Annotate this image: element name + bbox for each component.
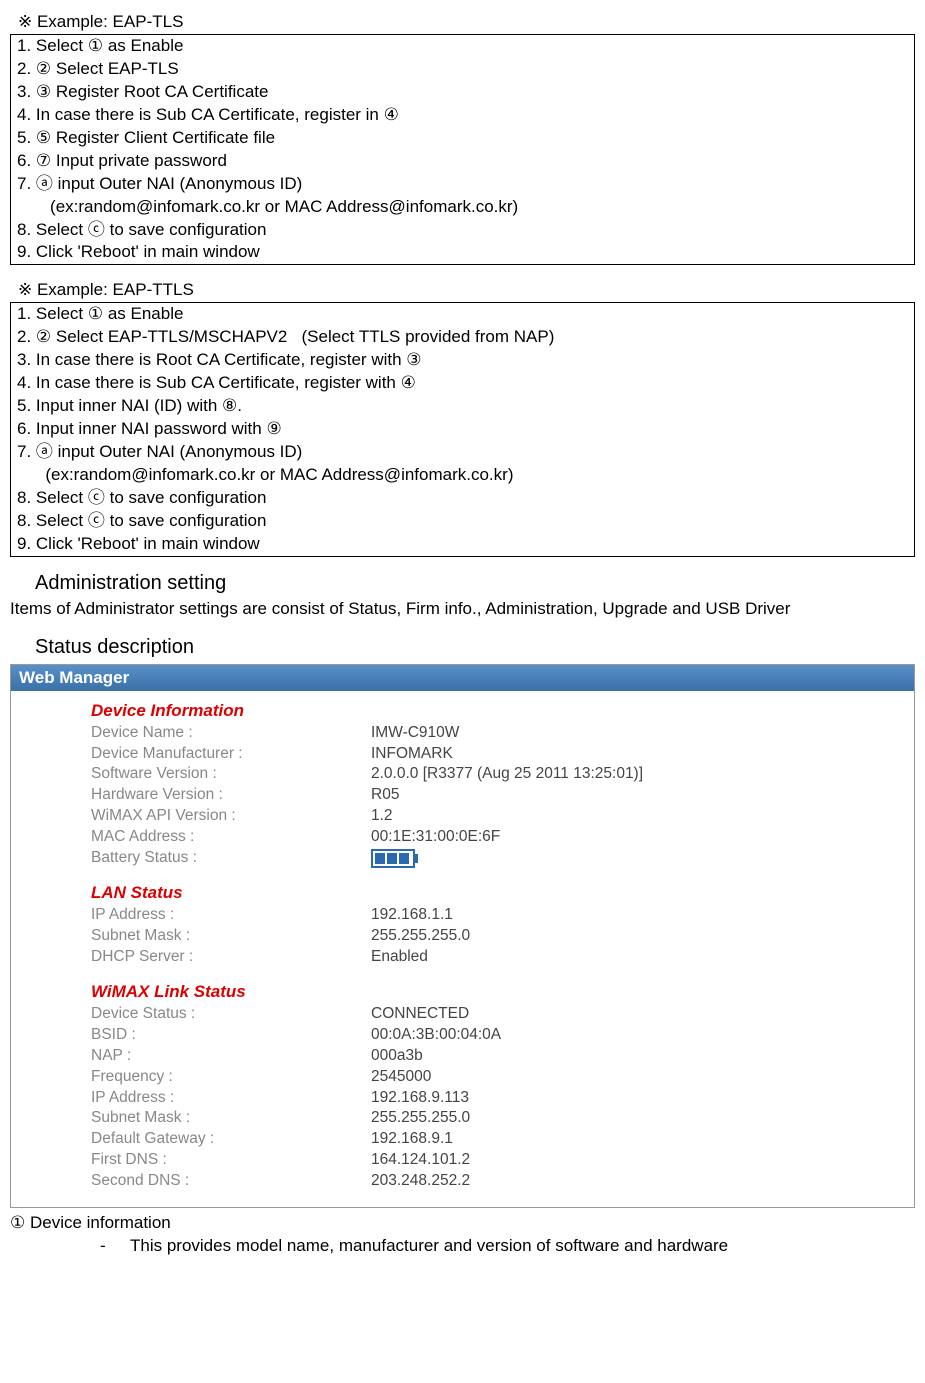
value: 192.168.9.1 bbox=[371, 1129, 453, 1150]
example-line: 2. ② Select EAP-TLS bbox=[17, 58, 908, 81]
row-nap: NAP :000a3b bbox=[91, 1046, 874, 1067]
row-mac-address: MAC Address :00:1E:31:00:0E:6F bbox=[91, 827, 874, 848]
label: IP Address : bbox=[91, 905, 371, 926]
label: First DNS : bbox=[91, 1150, 371, 1171]
administration-setting-text: Items of Administrator settings are cons… bbox=[10, 598, 915, 621]
value: 192.168.1.1 bbox=[371, 905, 453, 926]
device-information-footer: ① Device information bbox=[10, 1213, 915, 1233]
label: Second DNS : bbox=[91, 1171, 371, 1192]
value: 255.255.255.0 bbox=[371, 926, 470, 947]
value: 203.248.252.2 bbox=[371, 1171, 470, 1192]
example-line: 1. Select ① as Enable bbox=[17, 303, 908, 326]
example-line: 7. ⓐ input Outer NAI (Anonymous ID) bbox=[17, 441, 908, 464]
example-line: 1. Select ① as Enable bbox=[17, 35, 908, 58]
value: 000a3b bbox=[371, 1046, 423, 1067]
value: 00:0A:3B:00:04:0A bbox=[371, 1025, 501, 1046]
value: CONNECTED bbox=[371, 1004, 469, 1025]
label: IP Address : bbox=[91, 1088, 371, 1109]
row-hardware-version: Hardware Version :R05 bbox=[91, 785, 874, 806]
web-manager-header: Web Manager bbox=[11, 665, 914, 691]
example-line: 4. In case there is Sub CA Certificate, … bbox=[17, 104, 908, 127]
dash-icon: - bbox=[100, 1236, 130, 1256]
label: Hardware Version : bbox=[91, 785, 371, 806]
group-wimax-link-status: WiMAX Link Status bbox=[91, 982, 874, 1002]
web-manager-body: Device Information Device Name :IMW-C910… bbox=[11, 691, 914, 1208]
example-line: (ex:random@infomark.co.kr or MAC Address… bbox=[17, 464, 908, 487]
row-device-status: Device Status :CONNECTED bbox=[91, 1004, 874, 1025]
label: BSID : bbox=[91, 1025, 371, 1046]
label: MAC Address : bbox=[91, 827, 371, 848]
label: DHCP Server : bbox=[91, 947, 371, 968]
value: 00:1E:31:00:0E:6F bbox=[371, 827, 500, 848]
example-ttls-box: 1. Select ① as Enable 2. ② Select EAP-TT… bbox=[10, 302, 915, 556]
row-bsid: BSID :00:0A:3B:00:04:0A bbox=[91, 1025, 874, 1046]
group-device-information: Device Information bbox=[91, 701, 874, 721]
example-line: (ex:random@infomark.co.kr or MAC Address… bbox=[17, 196, 908, 219]
label: Device Name : bbox=[91, 723, 371, 744]
example-line: 3. In case there is Root CA Certificate,… bbox=[17, 349, 908, 372]
device-information-bullet: - This provides model name, manufacturer… bbox=[100, 1236, 915, 1256]
example-line: 7. ⓐ input Outer NAI (Anonymous ID) bbox=[17, 173, 908, 196]
bullet-text: This provides model name, manufacturer a… bbox=[130, 1236, 728, 1256]
row-software-version: Software Version :2.0.0.0 [R3377 (Aug 25… bbox=[91, 764, 874, 785]
group-lan-status: LAN Status bbox=[91, 883, 874, 903]
example-line: 2. ② Select EAP-TTLS/MSCHAPV2 (Select TT… bbox=[17, 326, 908, 349]
label: Software Version : bbox=[91, 764, 371, 785]
example-line: 8. Select ⓒ to save configuration bbox=[17, 487, 908, 510]
example-line: 9. Click 'Reboot' in main window bbox=[17, 533, 908, 556]
value: 255.255.255.0 bbox=[371, 1108, 470, 1129]
value: R05 bbox=[371, 785, 399, 806]
row-default-gateway: Default Gateway :192.168.9.1 bbox=[91, 1129, 874, 1150]
label: Battery Status : bbox=[91, 848, 371, 869]
label: Subnet Mask : bbox=[91, 926, 371, 947]
value: INFOMARK bbox=[371, 744, 453, 765]
administration-setting-title: Administration setting bbox=[35, 572, 915, 595]
value: Enabled bbox=[371, 947, 428, 968]
example-line: 6. Input inner NAI password with ⑨ bbox=[17, 418, 908, 441]
example-line: 8. Select ⓒ to save configuration bbox=[17, 219, 908, 242]
example-line: 8. Select ⓒ to save configuration bbox=[17, 510, 908, 533]
row-wimax-api-version: WiMAX API Version :1.2 bbox=[91, 806, 874, 827]
row-lan-subnet: Subnet Mask :255.255.255.0 bbox=[91, 926, 874, 947]
row-wimax-ip: IP Address :192.168.9.113 bbox=[91, 1088, 874, 1109]
label: Frequency : bbox=[91, 1067, 371, 1088]
row-wimax-subnet: Subnet Mask :255.255.255.0 bbox=[91, 1108, 874, 1129]
row-device-name: Device Name :IMW-C910W bbox=[91, 723, 874, 744]
example-tls-header: ※ Example: EAP-TLS bbox=[10, 12, 915, 32]
example-line: 9. Click 'Reboot' in main window bbox=[17, 241, 908, 264]
label: Device Manufacturer : bbox=[91, 744, 371, 765]
row-lan-ip: IP Address :192.168.1.1 bbox=[91, 905, 874, 926]
label: Default Gateway : bbox=[91, 1129, 371, 1150]
row-second-dns: Second DNS :203.248.252.2 bbox=[91, 1171, 874, 1192]
value: 164.124.101.2 bbox=[371, 1150, 470, 1171]
value: IMW-C910W bbox=[371, 723, 459, 744]
row-first-dns: First DNS :164.124.101.2 bbox=[91, 1150, 874, 1171]
web-manager-panel: Web Manager Device Information Device Na… bbox=[10, 664, 915, 1209]
example-line: 5. ⑤ Register Client Certificate file bbox=[17, 127, 908, 150]
label: WiMAX API Version : bbox=[91, 806, 371, 827]
status-description-title: Status description bbox=[35, 636, 915, 659]
example-ttls-header: ※ Example: EAP-TTLS bbox=[10, 280, 915, 300]
example-tls-box: 1. Select ① as Enable 2. ② Select EAP-TL… bbox=[10, 34, 915, 265]
label: Device Status : bbox=[91, 1004, 371, 1025]
example-line: 5. Input inner NAI (ID) with ⑧. bbox=[17, 395, 908, 418]
example-line: 6. ⑦ Input private password bbox=[17, 150, 908, 173]
value bbox=[371, 848, 415, 869]
battery-icon bbox=[371, 849, 415, 868]
example-line: 3. ③ Register Root CA Certificate bbox=[17, 81, 908, 104]
value: 192.168.9.113 bbox=[371, 1088, 469, 1109]
example-line: 4. In case there is Sub CA Certificate, … bbox=[17, 372, 908, 395]
value: 2545000 bbox=[371, 1067, 431, 1088]
label: Subnet Mask : bbox=[91, 1108, 371, 1129]
value: 1.2 bbox=[371, 806, 393, 827]
row-device-manufacturer: Device Manufacturer :INFOMARK bbox=[91, 744, 874, 765]
row-frequency: Frequency :2545000 bbox=[91, 1067, 874, 1088]
value: 2.0.0.0 [R3377 (Aug 25 2011 13:25:01)] bbox=[371, 764, 643, 785]
row-battery-status: Battery Status : bbox=[91, 848, 874, 869]
label: NAP : bbox=[91, 1046, 371, 1067]
row-lan-dhcp: DHCP Server :Enabled bbox=[91, 947, 874, 968]
